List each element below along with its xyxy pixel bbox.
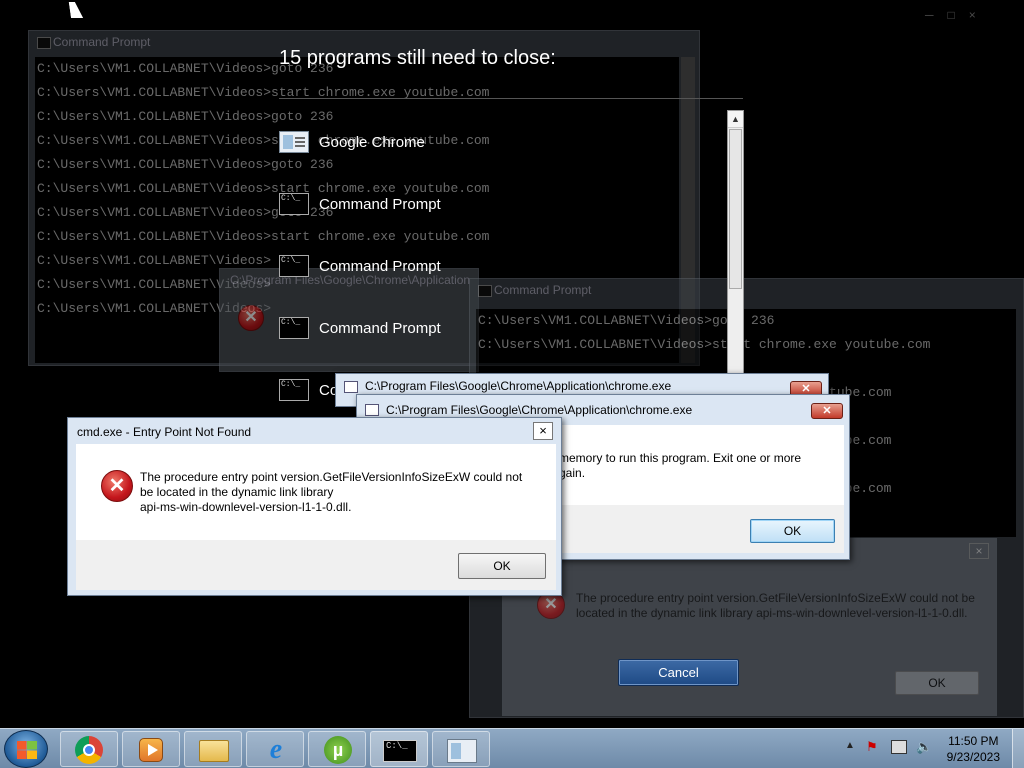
ok-button[interactable]: OK [458,553,546,579]
dialog-message-line: be located in the dynamic link library [140,485,334,499]
app-window-icon [365,404,379,416]
taskbar-internet-explorer[interactable]: e [246,731,304,767]
program-label: Command Prompt [319,257,441,275]
network-icon[interactable] [891,740,907,754]
mouse-cursor [68,2,84,18]
console-line: C:\Users\VM1.COLLABNET\Videos>goto 236 [37,157,334,172]
program-list-scrollbar[interactable]: ▲ [727,110,744,375]
entry-point-error-dialog: cmd.exe - Entry Point Not Found × ✕ The … [67,417,562,596]
show-desktop-button[interactable] [1012,729,1024,768]
dialog-title: cmd.exe - Entry Point Not Found [77,425,252,439]
program-item: Google Chrome [279,129,425,155]
system-clock[interactable]: 11:50 PM 9/23/2023 [947,733,1000,765]
folder-icon [199,740,229,762]
clock-time: 11:50 PM [948,734,999,748]
close-button[interactable]: ✕ [811,403,843,419]
window-title: Command Prompt [494,283,592,297]
chrome-icon-center [83,744,95,756]
error-icon: ✕ [238,305,264,331]
start-button[interactable] [4,730,48,768]
taskbar-explorer[interactable] [184,731,242,767]
program-label: Google Chrome [319,133,425,151]
internet-explorer-icon: e [269,734,283,765]
scroll-up-arrow-icon[interactable]: ▲ [728,111,743,128]
cmd-icon: C:\_ [279,255,309,277]
ok-button[interactable]: OK [750,519,835,543]
program-item: C:\_ Command Prompt [279,253,441,279]
console-line: C:\Users\VM1.COLLABNET\Videos>start chro… [478,337,931,352]
app-window-icon [447,739,477,763]
console-line: C:\Users\VM1.COLLABNET\Videos>start chro… [37,85,490,100]
program-item: C:\_ Co [279,377,338,403]
dialog-message-line: The procedure entry point version.GetFil… [140,470,523,484]
cmd-icon: C:\_ [383,740,417,762]
program-item: C:\_ Command Prompt [279,315,441,341]
scroll-thumb[interactable] [729,129,742,289]
volume-icon[interactable]: 🔈 [916,739,932,755]
taskbar-utorrent[interactable]: µ [308,731,366,767]
program-label: Command Prompt [319,195,441,213]
error-message: The procedure entry point version.GetFil… [576,591,975,620]
program-item: C:\_ Command Prompt [279,191,441,217]
dialog-footer: OK [76,540,556,590]
cancel-button[interactable]: Cancel [618,659,739,686]
show-hidden-icons-icon[interactable]: ▲ [845,740,855,751]
taskbar-cmd[interactable]: C:\_ [370,731,428,767]
cmd-icon: C:\_ [279,193,309,215]
close-icon: × [969,543,989,559]
cmd-icon: C:\_ [279,317,309,339]
dialog-message-line: memory to run this program. Exit one or … [559,451,802,465]
error-icon: ✕ [101,470,133,502]
dialog-body: ✕ The procedure entry point version.GetF… [76,444,556,540]
play-icon [148,744,158,756]
taskbar-app-window[interactable] [432,731,490,767]
cmd-icon: C:\_ [279,379,309,401]
program-label: Command Prompt [319,319,441,337]
app-window-pane-icon [451,743,461,759]
taskbar-chrome[interactable] [60,731,118,767]
chrome-icon [75,736,103,764]
ok-button-ghost: OK [895,671,979,695]
dialog-message-line: api-ms-win-downlevel-version-l1-1-0.dll. [140,500,352,514]
clock-date: 9/23/2023 [946,750,1000,764]
taskbar: e µ C:\_ ▲ ⚑ 🔈 [0,728,1024,768]
divider [279,98,743,99]
background-error-dialog: × ✕ The procedure entry point version.Ge… [502,538,997,716]
taskbar-media-player[interactable] [122,731,180,767]
console-line: C:\Users\VM1.COLLABNET\Videos>goto 236 [37,109,334,124]
action-center-flag-icon[interactable]: ⚑ [866,739,882,755]
console-line: C:\Users\VM1.COLLABNET\Videos>goto 236 [478,313,775,328]
media-player-icon [139,738,163,762]
dialog-message-line: gain. [559,466,586,480]
window-controls-ghost: ─□× [925,8,990,22]
app-window-icon [344,381,358,393]
utorrent-icon: µ [324,736,352,764]
console-line: C:\Users\VM1.COLLABNET\Videos>start chro… [37,229,490,244]
close-button[interactable]: × [533,422,553,440]
shutdown-title: 15 programs still need to close: [279,47,556,69]
windows-logo-icon-right [27,741,37,759]
chrome-app-icon [279,131,309,153]
